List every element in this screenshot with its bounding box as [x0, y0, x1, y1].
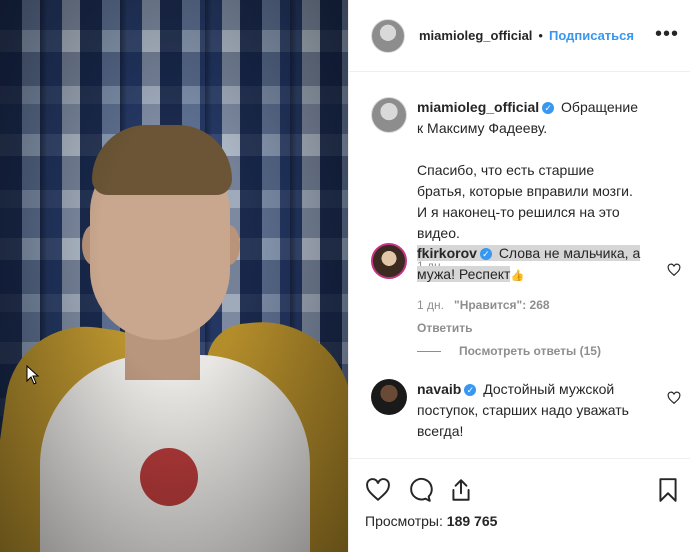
post-header: miamioleg_official • Подписаться •••	[349, 0, 690, 72]
verified-badge-icon: ✓	[464, 384, 477, 396]
mouse-cursor-icon	[26, 365, 40, 385]
share-icon[interactable]	[448, 477, 474, 503]
view-replies-line	[417, 350, 441, 352]
bookmark-icon[interactable]	[655, 477, 681, 503]
post-side-panel: miamioleg_official • Подписаться ••• mia…	[348, 0, 690, 552]
comment-time: 1 дн.	[417, 298, 444, 312]
vignette	[0, 0, 348, 552]
comment-likes[interactable]: "Нравится": 268	[454, 298, 550, 312]
comment-avatar[interactable]	[371, 379, 407, 415]
comment-icon[interactable]	[407, 477, 433, 503]
verified-badge-icon: ✓	[479, 248, 492, 260]
verified-badge-icon: ✓	[542, 102, 555, 114]
view-replies-button[interactable]: Посмотреть ответы (15)	[459, 344, 601, 358]
reply-button[interactable]: Ответить	[417, 318, 645, 339]
post-media-video[interactable]	[0, 0, 348, 552]
comment-meta: 1 дн. "Нравится": 268	[417, 295, 645, 316]
separator-dot: •	[538, 28, 543, 43]
caption-avatar[interactable]	[371, 97, 407, 133]
author-avatar[interactable]	[371, 18, 405, 53]
post-actions: Просмотры: 189 765	[349, 458, 690, 552]
author-username[interactable]: miamioleg_official	[419, 28, 532, 43]
comment-like-heart-icon[interactable]	[667, 263, 681, 277]
views-label: Просмотры:	[365, 513, 443, 529]
comments-list[interactable]: miamioleg_official ✓ Обращение к Максиму …	[349, 73, 690, 457]
heart-icon[interactable]	[365, 477, 391, 503]
comment-body: fkirkorov ✓ Слова не мальчика, а мужа! Ре…	[417, 243, 645, 339]
caption-username[interactable]: miamioleg_official	[417, 99, 539, 115]
comment-body: navaib ✓ Достойный мужской поступок, стар…	[417, 379, 645, 442]
views-count: Просмотры: 189 765	[365, 513, 497, 529]
follow-button[interactable]: Подписаться	[549, 28, 634, 43]
comment-username[interactable]: navaib	[417, 381, 461, 397]
thumbs-up-emoji: 👍	[510, 270, 525, 282]
more-options-icon[interactable]: •••	[655, 24, 679, 44]
view-replies-row[interactable]: Посмотреть ответы (15)	[371, 344, 681, 358]
caption-line2: Спасибо, что есть старшие братья, которы…	[417, 162, 633, 241]
comment-like-heart-icon[interactable]	[667, 391, 681, 405]
comment-username[interactable]: fkirkorov	[417, 245, 477, 261]
comment-avatar[interactable]	[371, 243, 407, 279]
views-number: 189 765	[446, 513, 498, 529]
